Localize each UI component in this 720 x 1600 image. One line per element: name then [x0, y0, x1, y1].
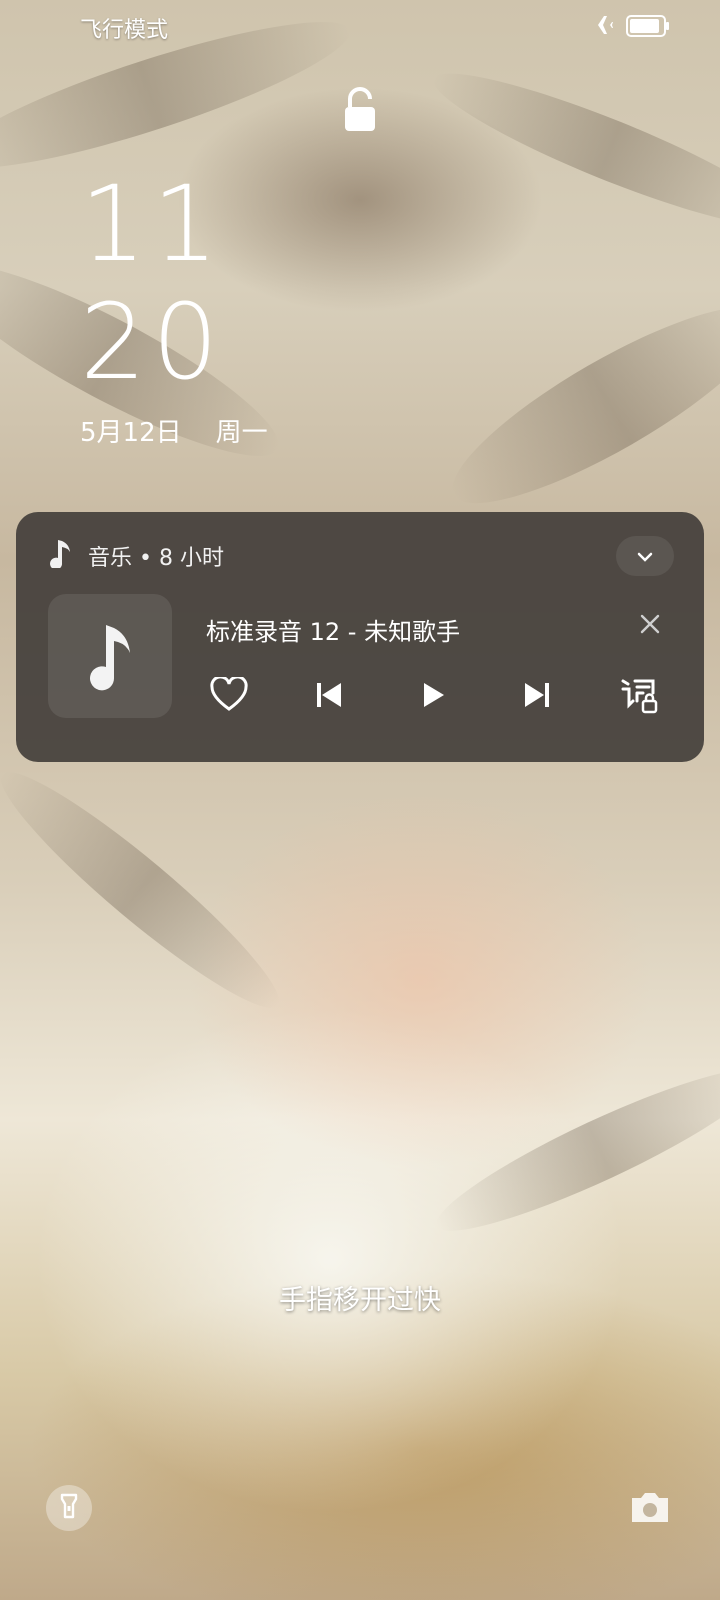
clock-minute: 20: [80, 281, 225, 403]
media-controls: [206, 674, 676, 720]
favorite-button[interactable]: [206, 674, 252, 720]
next-button[interactable]: [514, 674, 560, 720]
camera-icon: [626, 1493, 674, 1536]
media-notification-card[interactable]: 音乐 • 8 小时 标准录音 12 - 未知歌手: [16, 512, 704, 762]
chevron-down-icon: [637, 547, 653, 566]
flashlight-icon: [58, 1493, 80, 1523]
status-bar: 飞行模式: [0, 0, 720, 56]
music-note-icon: [48, 538, 72, 574]
status-icons: [586, 12, 669, 40]
airplane-icon: [586, 12, 614, 40]
battery-icon: [626, 15, 669, 37]
camera-button[interactable]: [626, 1484, 674, 1532]
play-icon: [420, 680, 446, 714]
lockscreen-clock: 11 20: [80, 165, 224, 401]
heart-icon: [209, 675, 249, 717]
elapsed-time: • 8 小时: [139, 546, 224, 571]
date-text: 5月12日: [80, 418, 182, 448]
track-title: 标准录音 12 - 未知歌手: [206, 618, 461, 646]
app-name: 音乐: [88, 546, 133, 571]
lyrics-button[interactable]: [616, 674, 662, 720]
airplane-mode-label: 飞行模式: [80, 18, 169, 43]
previous-icon: [314, 680, 344, 714]
close-icon: [636, 614, 664, 642]
next-icon: [522, 680, 552, 714]
padlock-icon[interactable]: [340, 85, 380, 135]
flashlight-button[interactable]: [46, 1485, 92, 1531]
clock-hour: 11: [80, 163, 225, 285]
date-line: 5月12日 周一: [80, 412, 268, 449]
lyrics-icon: [619, 675, 659, 719]
toast-message: 手指移开过快: [279, 1285, 441, 1316]
previous-button[interactable]: [306, 674, 352, 720]
play-button[interactable]: [410, 674, 456, 720]
album-art: [48, 594, 172, 718]
battery-level: [630, 19, 659, 33]
card-header: 音乐 • 8 小时: [48, 538, 224, 574]
collapse-button[interactable]: [616, 536, 674, 576]
weekday-text: 周一: [215, 418, 268, 448]
close-button[interactable]: [636, 610, 664, 638]
